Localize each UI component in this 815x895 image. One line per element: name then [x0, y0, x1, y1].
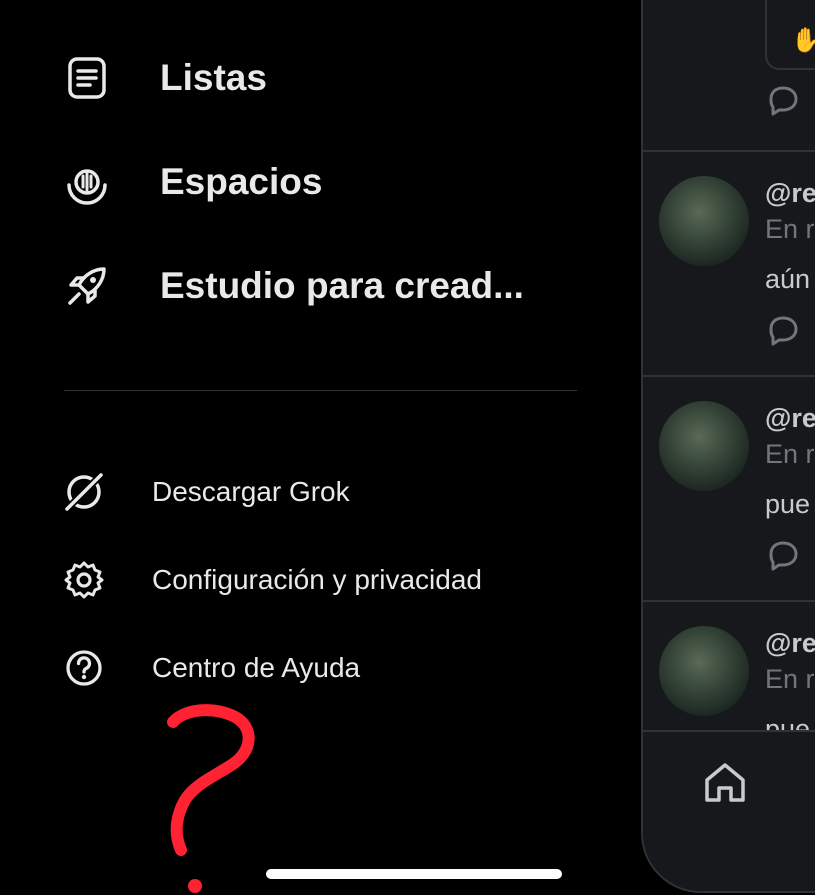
tweet-text: aún	[765, 264, 811, 294]
drawer-item-estudio[interactable]: Estudio para cread...	[62, 261, 524, 311]
drawer-item-label: Estudio para cread...	[160, 265, 524, 306]
side-drawer: Listas Espacios Estudio para cread... De…	[0, 0, 640, 895]
tweet-handle[interactable]: @re	[765, 628, 815, 659]
drawer-item-centro-ayuda[interactable]: Centro de Ayuda	[62, 646, 360, 690]
avatar[interactable]	[659, 176, 749, 266]
quoted-card[interactable]: ✋	[765, 0, 815, 70]
avatar[interactable]	[659, 401, 749, 491]
grok-icon	[62, 470, 106, 514]
home-icon[interactable]	[701, 758, 749, 806]
drawer-item-label: Espacios	[160, 161, 323, 202]
tweet-reply-to: En r	[765, 664, 815, 694]
tweet-reply-to: En r	[765, 214, 815, 244]
reply-icon[interactable]	[765, 82, 801, 118]
help-circle-icon	[62, 646, 106, 690]
app-screen: Listas Espacios Estudio para cread... De…	[0, 0, 815, 895]
question-mark-annotation	[167, 704, 255, 893]
drawer-item-espacios[interactable]: Espacios	[62, 157, 322, 207]
home-indicator-bar[interactable]	[266, 869, 562, 879]
spaces-microphone-icon	[62, 157, 112, 207]
tweet-card[interactable]: @re En r aún	[643, 150, 815, 377]
tweet-text: pue	[765, 489, 811, 519]
bottom-tab-bar	[643, 730, 815, 891]
drawer-item-label: Listas	[160, 57, 267, 98]
drawer-divider	[64, 390, 577, 391]
gear-icon	[62, 558, 106, 602]
drawer-item-descargar-grok[interactable]: Descargar Grok	[62, 470, 350, 514]
drawer-item-listas[interactable]: Listas	[62, 53, 267, 103]
reply-icon[interactable]	[765, 537, 801, 573]
tweet-handle[interactable]: @re	[765, 178, 815, 209]
tweet-handle[interactable]: @re	[765, 403, 815, 434]
drawer-item-configuracion[interactable]: Configuración y privacidad	[62, 558, 482, 602]
reply-icon[interactable]	[765, 312, 801, 348]
avatar[interactable]	[659, 626, 749, 716]
timeline-peek[interactable]: ✋ @re En r aún @re En r pue @re En	[641, 0, 815, 893]
drawer-item-label: Descargar Grok	[152, 476, 350, 507]
drawer-item-label: Configuración y privacidad	[152, 564, 482, 595]
rocket-icon	[62, 261, 112, 311]
tweet-card[interactable]: @re En r pue	[643, 375, 815, 602]
tweet-reply-to: En r	[765, 439, 815, 469]
list-icon	[62, 53, 112, 103]
raised-hand-emoji: ✋	[791, 26, 815, 55]
drawer-item-label: Centro de Ayuda	[152, 652, 361, 683]
